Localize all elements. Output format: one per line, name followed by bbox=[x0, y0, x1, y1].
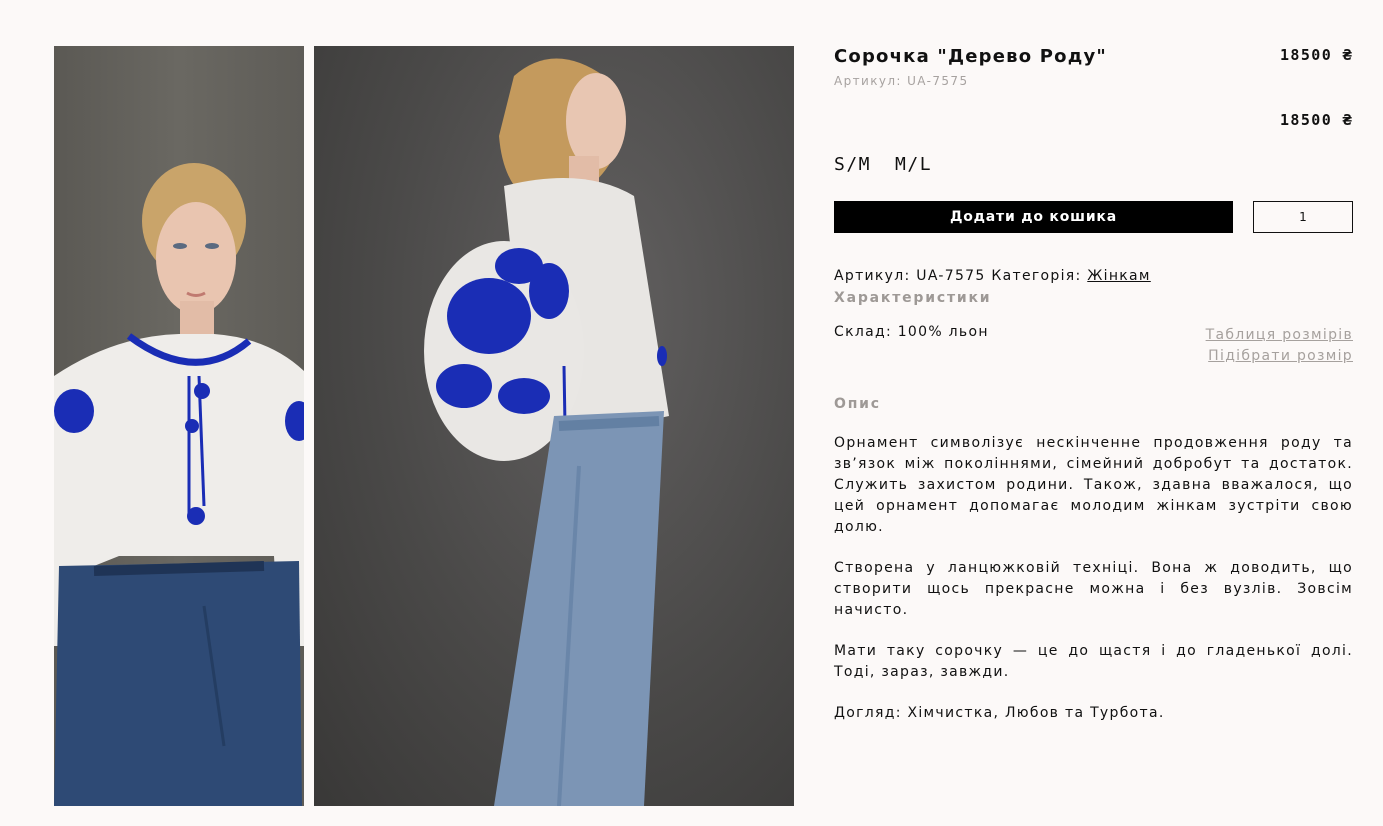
size-option-m-l[interactable]: M/L bbox=[895, 154, 932, 175]
size-pick-link[interactable]: Підібрати розмір bbox=[1206, 346, 1353, 367]
product-sku: Артикул: UA-7575 bbox=[834, 74, 969, 88]
product-photo-side[interactable] bbox=[314, 46, 794, 806]
description-title: Опис bbox=[834, 396, 881, 412]
selected-variant-price: 18500 ₴ bbox=[1279, 111, 1353, 129]
product-meta: Артикул: UA-7575 Категорія: Жінкам bbox=[834, 268, 1151, 284]
category-link[interactable]: Жінкам bbox=[1087, 268, 1151, 284]
size-table-link[interactable]: Таблиця розмірів bbox=[1206, 325, 1353, 346]
model-side-illustration bbox=[424, 58, 669, 806]
size-links: Таблиця розмірів Підібрати розмір bbox=[1206, 325, 1353, 367]
care-instructions: Догляд: Хімчистка, Любов та Турбота. bbox=[834, 705, 1165, 721]
model-front-illustration bbox=[54, 163, 304, 806]
meta-category-label: Категорія: bbox=[991, 268, 1082, 284]
quantity-input[interactable] bbox=[1253, 201, 1353, 233]
description-paragraph: Орнамент символізує нескінченне продовже… bbox=[834, 435, 1353, 535]
composition-text: Склад: 100% льон bbox=[834, 324, 989, 340]
add-to-cart-button[interactable]: Додати до кошика bbox=[834, 201, 1233, 233]
size-selector: S/M M/L bbox=[834, 154, 932, 175]
size-option-s-m[interactable]: S/M bbox=[834, 154, 871, 175]
description-paragraph: Мати таку сорочку — це до щастя і до гла… bbox=[834, 643, 1353, 680]
meta-sku-value: UA-7575 bbox=[916, 268, 986, 284]
description-body: Орнамент символізує нескінченне продовже… bbox=[834, 433, 1353, 744]
product-photo-front[interactable] bbox=[54, 46, 304, 806]
characteristics-title: Характеристики bbox=[834, 290, 992, 306]
product-title: Сорочка "Дерево Роду" bbox=[834, 46, 1107, 67]
description-paragraph: Створена у ланцюжковій техніці. Вона ж д… bbox=[834, 560, 1353, 618]
product-price: 18500 ₴ bbox=[1279, 46, 1353, 64]
meta-sku-label: Артикул: bbox=[834, 268, 911, 284]
product-page: Сорочка "Дерево Роду" Артикул: UA-7575 1… bbox=[0, 0, 1383, 826]
